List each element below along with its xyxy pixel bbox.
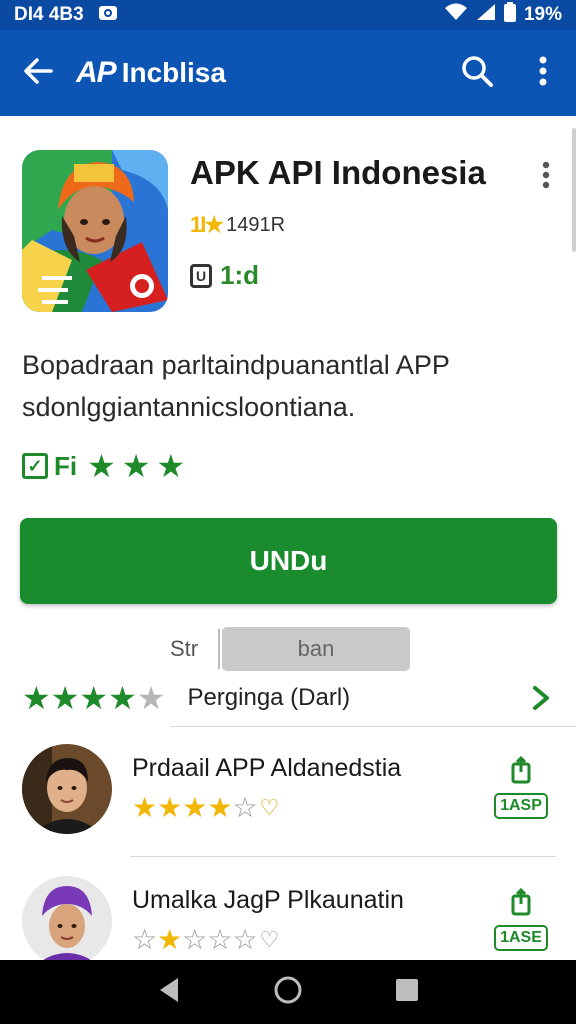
star-icon: ★ (87, 448, 116, 484)
search-button[interactable] (444, 30, 510, 116)
review-action[interactable]: 1ASP (486, 755, 556, 819)
wifi-icon (444, 3, 468, 27)
star-icon: ★ (121, 448, 151, 484)
toggle-option-b[interactable]: ban (222, 627, 410, 671)
divider (170, 726, 576, 727)
toggle-divider (218, 629, 220, 669)
star-icon: ★ (156, 448, 186, 484)
rating-count: 1491R (226, 213, 286, 236)
summary-stars: ★ ★ ★ ★ ★ (22, 682, 165, 714)
chevron-right-icon[interactable] (526, 683, 556, 713)
badge-label: Fi (54, 450, 78, 481)
star-empty-icon: ☆ (232, 924, 258, 955)
review-action[interactable]: 1ASE (486, 887, 556, 951)
review-action-label: 1ASE (494, 925, 548, 951)
divider (130, 856, 556, 857)
ratings-summary-row[interactable]: ★ ★ ★ ★ ★ Perginga (Darl) (22, 672, 556, 724)
status-bar: DI4 4B3 19% (0, 0, 576, 30)
toggle-option-a[interactable]: Str (150, 636, 218, 662)
share-icon (510, 887, 532, 921)
review-action-label: 1ASP (494, 793, 548, 819)
segmented-toggle: Str ban (150, 626, 410, 672)
app-more-button[interactable] (536, 160, 556, 200)
more-options-button[interactable] (510, 30, 576, 116)
star-icon: ★ (50, 680, 80, 716)
badge-row: ✓ Fi ★ ★ ★ (22, 450, 185, 482)
check-icon: ✓ (22, 453, 48, 479)
star-empty-icon: ★ (136, 680, 166, 716)
star-empty-icon: ☆ (132, 924, 158, 955)
brand-logo: AP (76, 56, 117, 89)
nav-home-button[interactable] (268, 972, 308, 1012)
star-empty-icon: ☆ (232, 792, 258, 823)
star-icon: ★ (79, 680, 109, 716)
heart-icon: ♡ (259, 927, 280, 952)
ratings-label: Perginga (Darl) (187, 684, 351, 711)
app-name: APK API Indonesia (190, 154, 486, 191)
rating-stars: 1I★ (190, 212, 224, 237)
nav-recents-button[interactable] (387, 972, 427, 1012)
star-icon: ★ (182, 792, 208, 823)
scrollbar[interactable] (572, 128, 576, 252)
share-icon (510, 755, 532, 789)
star-icon: ★ (157, 792, 183, 823)
review-stars: ★ ★ ★ ★ ☆ ♡ (132, 794, 279, 822)
app-bar: AP Incblisa (0, 30, 576, 116)
star-icon: ★ (108, 680, 137, 716)
star-empty-icon: ☆ (182, 924, 208, 955)
battery-percent: 19% (523, 4, 562, 25)
star-icon: ★ (157, 924, 183, 955)
more-vert-icon (539, 56, 547, 91)
star-icon: ★ (22, 680, 51, 716)
app-meta: U 1:d (190, 260, 259, 291)
star-icon: ★ (207, 792, 233, 823)
signal-icon (476, 3, 496, 27)
back-button[interactable] (0, 30, 76, 116)
reviewer-name: Umalka JagP Plkaunatin (132, 886, 404, 914)
star-empty-icon: ☆ (207, 924, 233, 955)
meta-value: 1:d (220, 260, 259, 290)
search-icon (460, 54, 494, 93)
star-icon: ★ (132, 792, 158, 823)
app-rating: 1I★ 1491R (190, 212, 285, 238)
review-item[interactable]: Prdaail APP Aldanedstia ★ ★ ★ ★ ☆ ♡ 1ASP (22, 744, 556, 844)
square-recents-icon (394, 977, 420, 1008)
more-vert-icon (536, 161, 556, 194)
avatar (22, 876, 112, 966)
reviewer-name: Prdaail APP Aldanedstia (132, 754, 402, 782)
app-bar-title-group: AP Incblisa (76, 56, 226, 90)
arrow-left-icon (23, 57, 53, 90)
avatar (22, 744, 112, 834)
circle-home-icon (273, 975, 303, 1010)
app-bar-title: Incblisa (121, 57, 226, 88)
review-stars: ☆ ★ ☆ ☆ ☆ ♡ (132, 926, 279, 954)
camera-notification-icon (98, 3, 118, 27)
triangle-back-icon (156, 976, 182, 1009)
battery-icon (503, 2, 516, 28)
content-rating-icon: U (190, 263, 212, 288)
download-button[interactable]: UNDu (20, 518, 557, 604)
nav-back-button[interactable] (149, 972, 189, 1012)
app-header: APK API Indonesia 1I★ 1491R U 1:d (22, 150, 556, 314)
status-time: DI4 4B3 (14, 4, 84, 25)
heart-icon: ♡ (259, 795, 280, 820)
app-description: Bopadraan parltaindpuanantlal APP sdonlg… (22, 350, 450, 422)
app-icon (22, 150, 168, 312)
system-nav-bar (0, 960, 576, 1024)
